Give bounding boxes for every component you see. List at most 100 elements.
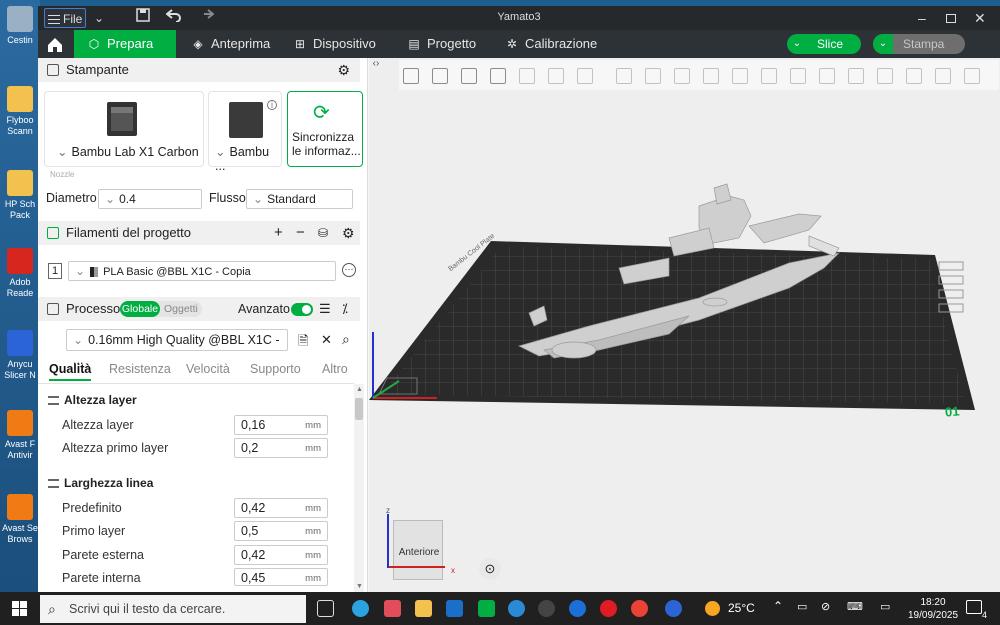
remove-icon[interactable]: − bbox=[296, 221, 305, 245]
tab-prepara[interactable]: ⬡ Prepara bbox=[74, 30, 176, 58]
windows-start-icon[interactable] bbox=[12, 601, 27, 616]
subtab-qualita[interactable]: Qualità bbox=[49, 362, 92, 381]
weather-temperature[interactable]: 25°C bbox=[728, 601, 755, 615]
lay-on-face-icon[interactable] bbox=[703, 68, 719, 84]
fit-view-icon[interactable]: ⊙ bbox=[479, 558, 501, 580]
assembly-icon[interactable] bbox=[906, 68, 922, 84]
seam-paint-icon[interactable] bbox=[790, 68, 806, 84]
sync-filament-icon[interactable]: ⛁ bbox=[318, 221, 328, 245]
edge-icon[interactable] bbox=[508, 600, 525, 617]
info-icon[interactable]: i bbox=[267, 100, 277, 110]
tab-anteprima[interactable]: ◈ Anteprima bbox=[190, 30, 270, 58]
gear-icon[interactable]: ⚙ bbox=[337, 58, 350, 82]
orient-icon[interactable] bbox=[461, 68, 477, 84]
network-icon[interactable]: ⊘ bbox=[821, 600, 830, 613]
first-layer-height-input[interactable]: 0,2 mm bbox=[234, 438, 328, 458]
split-parts-icon[interactable] bbox=[548, 68, 564, 84]
split-icon[interactable] bbox=[519, 68, 535, 84]
print-button[interactable]: ⌄ Stampa bbox=[873, 34, 965, 54]
filament-select[interactable]: ⌄ PLA Basic @BBL X1C - Copia bbox=[68, 261, 336, 281]
close-icon[interactable]: ✕ bbox=[321, 332, 332, 348]
plate-card[interactable]: i ⌄ Bambu ... bbox=[208, 91, 282, 173]
file-explorer-icon[interactable] bbox=[415, 600, 432, 617]
toggle-objects[interactable]: Oggetti bbox=[164, 301, 198, 317]
outlook-icon[interactable] bbox=[446, 600, 463, 617]
weather-icon[interactable] bbox=[705, 601, 720, 616]
printer-card[interactable]: ⌄ Bambu Lab X1 Carbon bbox=[44, 91, 204, 167]
taskbar-search-input[interactable]: ⌕ Scrivi qui il testo da cercare. bbox=[40, 595, 306, 623]
subtab-supporto[interactable]: Supporto bbox=[250, 362, 301, 376]
desktop-shortcut[interactable]: Avast F Antivir bbox=[0, 410, 40, 461]
compare-icon[interactable]: ⁒ bbox=[342, 297, 348, 321]
tab-dispositivo[interactable]: ⊞ Dispositivo bbox=[292, 30, 376, 58]
gear-icon[interactable]: ⚙ bbox=[342, 221, 355, 245]
default-width-input[interactable]: 0,42 mm bbox=[234, 498, 328, 518]
variable-layer-icon[interactable] bbox=[935, 68, 951, 84]
display-icon[interactable]: ▭ bbox=[880, 600, 890, 613]
layers-list-icon[interactable] bbox=[577, 68, 593, 84]
add-icon[interactable]: + bbox=[274, 221, 283, 245]
3d-viewport[interactable]: ‹› 01 Bambu Cool Plate Anteriore z x ⊙ bbox=[369, 58, 1000, 592]
maximize-icon[interactable] bbox=[946, 8, 960, 28]
support-paint-icon[interactable] bbox=[761, 68, 777, 84]
search-icon[interactable]: ⌕ bbox=[342, 331, 350, 348]
add-plate-icon[interactable] bbox=[432, 68, 448, 84]
outer-wall-width-input[interactable]: 0,42 mm bbox=[234, 545, 328, 565]
desktop-shortcut[interactable]: Anycu Slicer N bbox=[0, 330, 40, 381]
keyboard-icon[interactable]: ⌨ bbox=[847, 600, 863, 613]
global-object-toggle[interactable]: Globale Oggetti bbox=[120, 301, 202, 317]
slice-button[interactable]: ⌄ Slice bbox=[787, 34, 861, 54]
desktop-shortcut[interactable]: HP Sch Pack bbox=[0, 170, 40, 221]
inner-wall-width-input[interactable]: 0,45 mm bbox=[234, 568, 328, 586]
home-icon[interactable] bbox=[38, 30, 72, 58]
more-tools-icon[interactable] bbox=[964, 68, 980, 84]
save-preset-icon[interactable]: 🗎 bbox=[298, 332, 308, 354]
move-icon[interactable] bbox=[616, 68, 632, 84]
color-paint-icon[interactable] bbox=[877, 68, 893, 84]
desktop-shortcut[interactable]: Flyboo Scann bbox=[0, 86, 40, 137]
app-icon[interactable] bbox=[538, 600, 555, 617]
bambu-studio-icon[interactable] bbox=[478, 600, 495, 617]
battery-icon[interactable]: ▭ bbox=[797, 600, 807, 613]
cut-icon[interactable] bbox=[732, 68, 748, 84]
telegram-icon[interactable] bbox=[352, 600, 369, 617]
opera-icon[interactable] bbox=[600, 600, 617, 617]
chrome-icon[interactable] bbox=[631, 600, 648, 617]
clock[interactable]: 18:20 19/09/2025 bbox=[908, 596, 958, 622]
layer-height-input[interactable]: 0,16 mm bbox=[234, 415, 328, 435]
diameter-select[interactable]: ⌄ 0.4 bbox=[98, 189, 202, 209]
list-icon[interactable]: ☰ bbox=[319, 297, 331, 321]
advanced-toggle[interactable] bbox=[291, 303, 313, 316]
text-icon[interactable] bbox=[848, 68, 864, 84]
bluetooth-icon[interactable] bbox=[569, 600, 586, 617]
desktop-shortcut[interactable]: Avast Se Brows bbox=[0, 494, 40, 545]
sync-button[interactable]: ⟳ Sincronizza le informaz... bbox=[287, 91, 363, 167]
more-options-icon[interactable]: ··· bbox=[342, 263, 356, 277]
notification-icon[interactable]: 4 bbox=[966, 600, 987, 620]
tab-calibrazione[interactable]: ✲ Calibrazione bbox=[504, 30, 597, 58]
add-object-icon[interactable] bbox=[403, 68, 419, 84]
subtab-resistenza[interactable]: Resistenza bbox=[109, 362, 171, 376]
help-icon[interactable] bbox=[665, 600, 682, 617]
measure-icon[interactable] bbox=[819, 68, 835, 84]
arrange-icon[interactable] bbox=[490, 68, 506, 84]
toggle-global[interactable]: Globale bbox=[120, 301, 160, 317]
minimize-icon[interactable]: – bbox=[918, 8, 932, 28]
view-cube[interactable]: Anteriore bbox=[393, 520, 443, 580]
scale-icon[interactable] bbox=[674, 68, 690, 84]
flow-select[interactable]: ⌄ Standard bbox=[246, 189, 353, 209]
process-preset-select[interactable]: ⌄ 0.16mm High Quality @BBL X1C - ... bbox=[66, 329, 288, 367]
task-view-icon[interactable] bbox=[317, 600, 334, 617]
chevron-up-icon[interactable]: ⌃ bbox=[773, 599, 783, 613]
settings-scrollbar[interactable]: ▲ ▼ bbox=[354, 384, 364, 592]
subtab-velocita[interactable]: Velocità bbox=[186, 362, 230, 376]
first-layer-width-input[interactable]: 0,5 mm bbox=[234, 521, 328, 541]
subtab-altro[interactable]: Altro bbox=[322, 362, 348, 376]
collapse-sidebar-icon[interactable]: ‹› bbox=[369, 58, 383, 74]
store-icon[interactable] bbox=[384, 600, 401, 617]
desktop-shortcut[interactable]: Cestin bbox=[0, 6, 40, 46]
rotate-icon[interactable] bbox=[645, 68, 661, 84]
tab-progetto[interactable]: ▤ Progetto bbox=[406, 30, 476, 58]
scrollbar-thumb[interactable] bbox=[355, 398, 363, 420]
desktop-shortcut[interactable]: Adob Reade bbox=[0, 248, 40, 299]
